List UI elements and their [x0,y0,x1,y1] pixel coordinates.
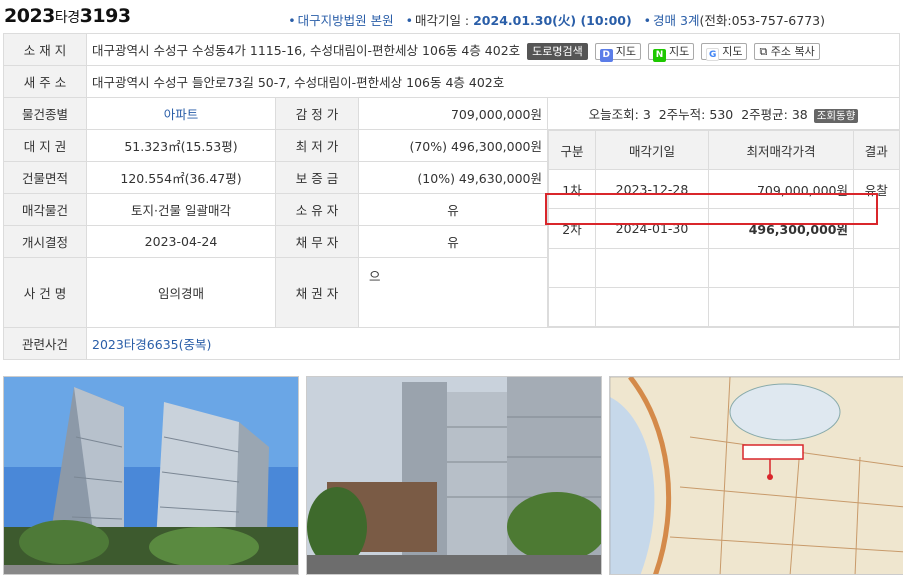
phone: (전화:053-757-6773) [699,13,825,28]
department: 경매 3계 [653,13,700,28]
land-value: 51.323㎡(15.53평) [86,129,276,162]
sale-item-label: 매각물건 [3,193,87,226]
court-name: 대구지방법원 본원 [297,13,394,28]
location-map[interactable] [609,376,903,575]
building-label: 건물면적 [3,161,87,194]
start-label: 개시결정 [3,225,87,258]
naver-icon: N [652,48,666,62]
photo-gallery [3,376,903,575]
col-result: 결과 [853,129,900,171]
google-map-button[interactable]: G 지도 [701,42,748,61]
building-photo-2[interactable] [306,376,602,575]
case-number: 2023타경3193 [4,5,131,27]
case-name-value: 임의경매 [86,257,276,328]
col-round: 구분 [548,129,596,171]
related-label: 관련사건 [3,327,87,360]
auction-date-label: 매각기일 : [414,13,470,28]
deposit-label: 보 증 금 [275,161,359,194]
sale-item-value: 토지·건물 일괄매각 [86,193,276,226]
empty-row [548,247,900,288]
daum-map-button[interactable]: D 지도 [594,42,641,62]
table-row: 2차 2024-01-30 496,300,000원 [548,208,900,249]
copy-address-button[interactable]: ⧉ 주소 복사 [754,42,820,60]
google-icon: G [706,47,720,61]
case-name-label: 사 건 명 [3,257,87,328]
related-case-link[interactable]: 2023타경6635(중복) [86,327,900,360]
case-info: • 대구지방법원 본원 • 매각기일 : 2024.01.30(火) (10:00)… [288,13,825,28]
sale-history-table: 구분 매각기일 최저매각가격 결과 1차 2023-12-28 709,000,… [548,129,900,328]
naver-map-button[interactable]: N 지도 [647,42,695,62]
auction-date: 2024.01.30(火) (10:00) [473,13,632,28]
min-price-value: (70%) 496,300,000원 [358,129,548,162]
case-detail-table: 소 재 지 대구광역시 수성구 수성동4가 1115-16, 수성대림이-편한세… [3,33,900,360]
location-label: 소 재 지 [3,33,87,66]
new-address-label: 새 주 소 [3,65,87,98]
sale-history-cell: 구분 매각기일 최저매각가격 결과 1차 2023-12-28 709,000,… [548,129,900,328]
case-header: 2023타경3193 • 대구지방법원 본원 • 매각기일 : 2024.01.30… [0,0,903,34]
min-price-label: 최 저 가 [275,129,359,162]
creditor-value: 으 [358,257,548,328]
location-address: 대구광역시 수성구 수성동4가 1115-16, 수성대림이-편한세상 106동… [92,42,521,58]
debtor-value: 유 [358,225,548,258]
building-photo-1[interactable] [3,376,299,575]
land-label: 대 지 권 [3,129,87,162]
location-row: 대구광역시 수성구 수성동4가 1115-16, 수성대림이-편한세상 106동… [86,33,900,66]
new-address-value: 대구광역시 수성구 들안로73길 50-7, 수성대림이-편한세상 106동 4… [86,65,900,98]
table-row: 1차 2023-12-28 709,000,000원 유찰 [548,169,900,210]
col-price: 최저매각가격 [708,129,854,171]
copy-icon: ⧉ [759,44,768,58]
empty-row [548,286,900,328]
creditor-label: 채 권 자 [275,257,359,328]
view-stats: 오늘조회: 3 2주누적: 530 2주평균: 38 조회동향 [547,97,900,130]
debtor-label: 채 무 자 [275,225,359,258]
owner-value: 유 [358,193,548,226]
start-value: 2023-04-24 [86,225,276,258]
col-date: 매각기일 [595,129,709,171]
type-label: 물건종별 [3,97,87,130]
type-value[interactable]: 아파트 [86,97,276,130]
owner-label: 소 유 자 [275,193,359,226]
deposit-value: (10%) 49,630,000원 [358,161,548,194]
building-value: 120.554㎡(36.47평) [86,161,276,194]
appraisal-label: 감 정 가 [275,97,359,130]
appraisal-value: 709,000,000원 [358,97,548,130]
daum-icon: D [599,48,613,62]
road-search-button[interactable]: 도로명검색 [527,42,588,60]
trend-button[interactable]: 조회동향 [813,109,859,123]
